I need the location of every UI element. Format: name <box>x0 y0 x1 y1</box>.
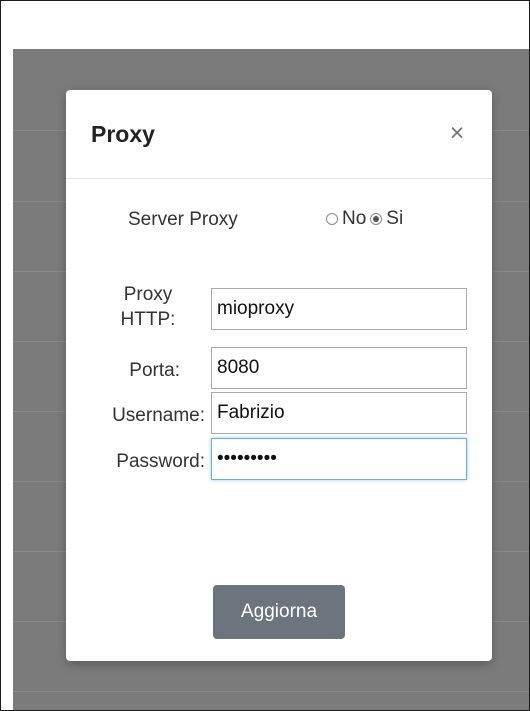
server-proxy-radio-group: No Si <box>326 208 407 230</box>
close-button[interactable]: × <box>446 120 468 146</box>
proxy-http-input[interactable] <box>211 288 467 330</box>
close-icon: × <box>449 119 465 147</box>
password-label: Password: <box>116 451 205 472</box>
radio-no[interactable] <box>326 213 338 225</box>
radio-si[interactable] <box>370 213 383 225</box>
server-proxy-label: Server Proxy <box>128 209 238 230</box>
proxy-http-label: Proxy HTTP: <box>116 282 180 332</box>
username-label: Username: <box>112 405 205 426</box>
proxy-http-label-line2: HTTP: <box>120 309 176 330</box>
password-input[interactable] <box>211 438 467 480</box>
background-row-divider <box>13 691 529 692</box>
dialog-header: Proxy × <box>66 90 492 179</box>
radio-no-label[interactable]: No <box>342 208 366 230</box>
proxy-dialog: Proxy × Server Proxy No Si Proxy HTTP: P… <box>66 90 492 661</box>
username-input[interactable] <box>211 392 467 434</box>
port-label: Porta: <box>129 360 180 381</box>
radio-si-label[interactable]: Si <box>386 208 403 230</box>
update-button[interactable]: Aggiorna <box>213 585 345 639</box>
browser-viewport: Proxy × Server Proxy No Si Proxy HTTP: P… <box>0 0 530 711</box>
proxy-http-label-line1: Proxy <box>123 284 173 305</box>
dialog-title: Proxy <box>91 121 155 147</box>
port-input[interactable] <box>211 347 467 389</box>
